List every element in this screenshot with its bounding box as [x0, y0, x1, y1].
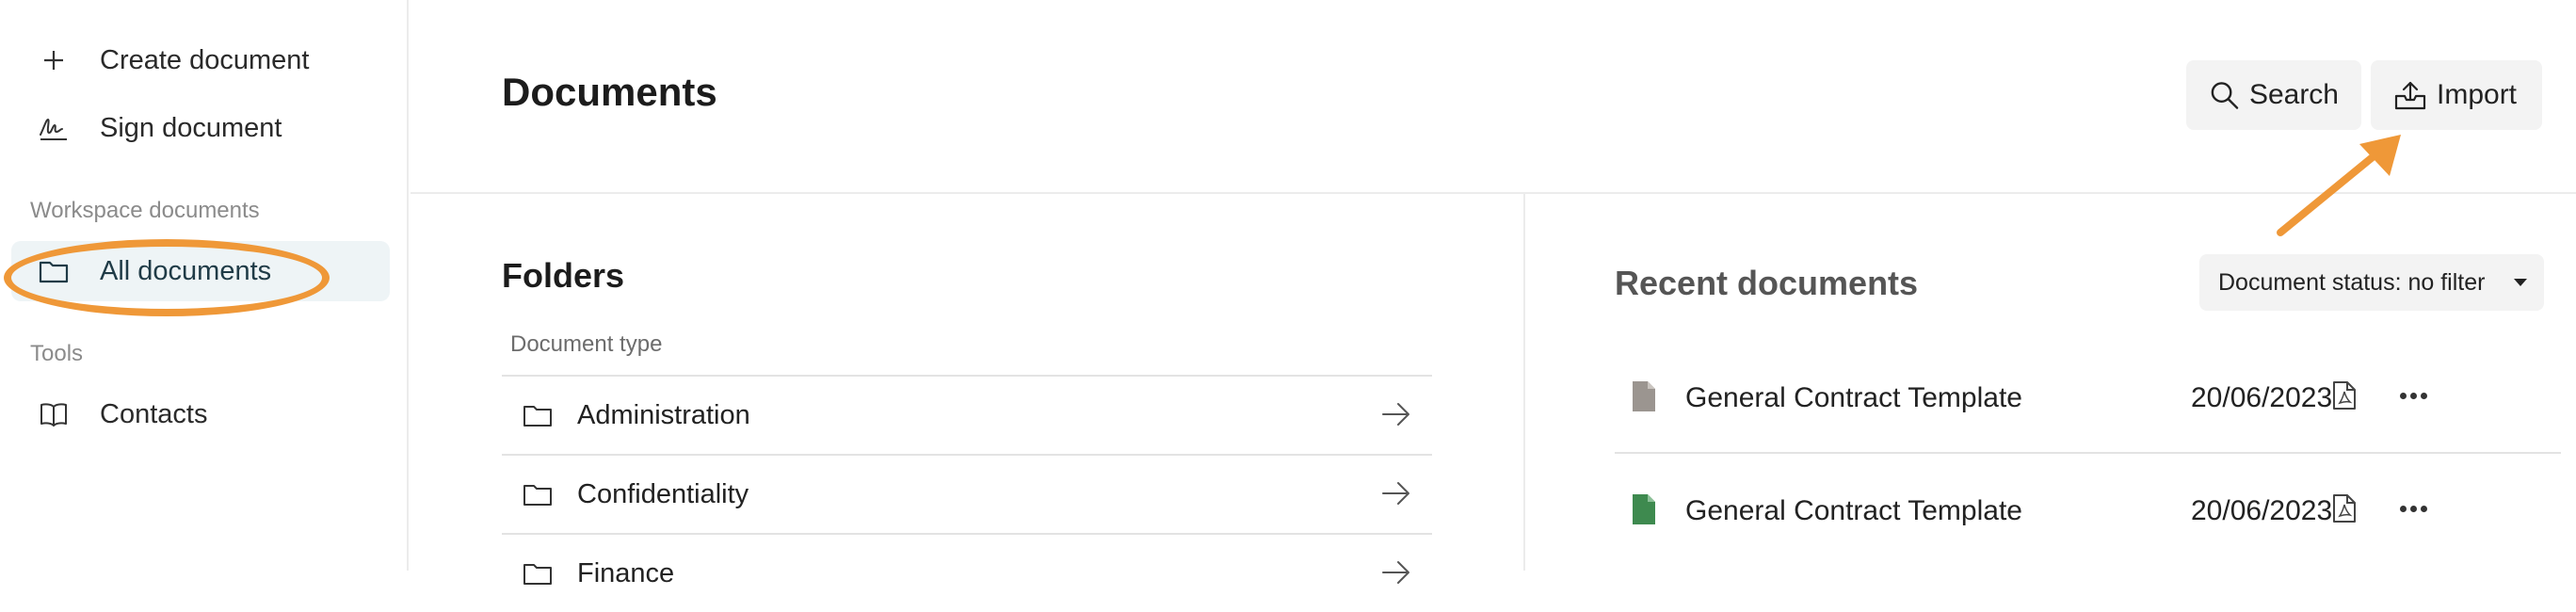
folder-icon	[523, 403, 553, 427]
file-icon	[1632, 380, 1656, 417]
page-title: Documents	[502, 70, 717, 114]
document-type-label: Document type	[510, 331, 663, 357]
sign-document-button[interactable]: Sign document	[11, 98, 390, 158]
header-divider	[411, 192, 2576, 194]
all-documents-label: All documents	[100, 255, 272, 286]
caret-down-icon	[2514, 279, 2527, 286]
document-row[interactable]: General Contract Template 20/06/2023	[1615, 341, 2561, 454]
folder-icon	[38, 255, 70, 287]
document-status-filter[interactable]: Document status: no filter	[2199, 254, 2544, 311]
workspace-section-heading: Workspace documents	[30, 198, 260, 223]
import-label: Import	[2437, 79, 2518, 110]
folder-icon	[523, 482, 553, 507]
document-row[interactable]: General Contract Template 20/06/2023	[1615, 454, 2561, 567]
folder-row-confidentiality[interactable]: Confidentiality	[502, 454, 1432, 533]
tools-section-heading: Tools	[30, 341, 84, 366]
folder-label: Confidentiality	[577, 478, 749, 509]
recent-documents-title: Recent documents	[1615, 264, 1919, 302]
import-button[interactable]: Import	[2371, 60, 2542, 130]
column-divider	[1523, 194, 1525, 571]
folder-row-finance[interactable]: Finance	[502, 533, 1432, 612]
signature-icon	[38, 112, 70, 144]
arrow-right-icon	[1381, 399, 1411, 437]
main-content: Documents Search Import Folders Document…	[411, 0, 2576, 588]
file-icon	[1632, 493, 1656, 530]
pdf-file-icon[interactable]	[2332, 493, 2357, 528]
arrow-right-icon	[1381, 557, 1411, 595]
create-document-button[interactable]: Create document	[11, 30, 390, 90]
arrow-right-icon	[1381, 478, 1411, 516]
document-name: General Contract Template	[1685, 495, 2022, 526]
contacts-label: Contacts	[100, 398, 208, 429]
create-document-label: Create document	[100, 44, 310, 75]
folder-row-administration[interactable]: Administration	[502, 375, 1432, 454]
search-button[interactable]: Search	[2186, 60, 2361, 130]
sidebar-item-contacts[interactable]: Contacts	[11, 384, 390, 444]
book-icon	[38, 398, 70, 430]
folder-icon	[523, 561, 553, 586]
pdf-file-icon[interactable]	[2332, 380, 2357, 415]
more-options-icon[interactable]	[2394, 491, 2432, 525]
folders-title: Folders	[502, 256, 625, 295]
sidebar-item-all-documents[interactable]: All documents	[11, 241, 390, 301]
document-date: 20/06/2023	[2191, 382, 2333, 413]
search-label: Search	[2248, 79, 2339, 110]
more-options-icon[interactable]	[2394, 378, 2432, 412]
folder-label: Administration	[577, 399, 750, 430]
folder-label: Finance	[577, 557, 675, 588]
status-filter-label: Document status: no filter	[2218, 268, 2486, 296]
document-name: General Contract Template	[1685, 382, 2022, 413]
sign-document-label: Sign document	[100, 112, 282, 143]
search-icon	[2211, 82, 2239, 109]
sidebar: Create document Sign document Workspace …	[0, 0, 409, 571]
upload-tray-icon	[2394, 81, 2426, 110]
plus-icon	[38, 44, 70, 76]
document-date: 20/06/2023	[2191, 495, 2333, 526]
